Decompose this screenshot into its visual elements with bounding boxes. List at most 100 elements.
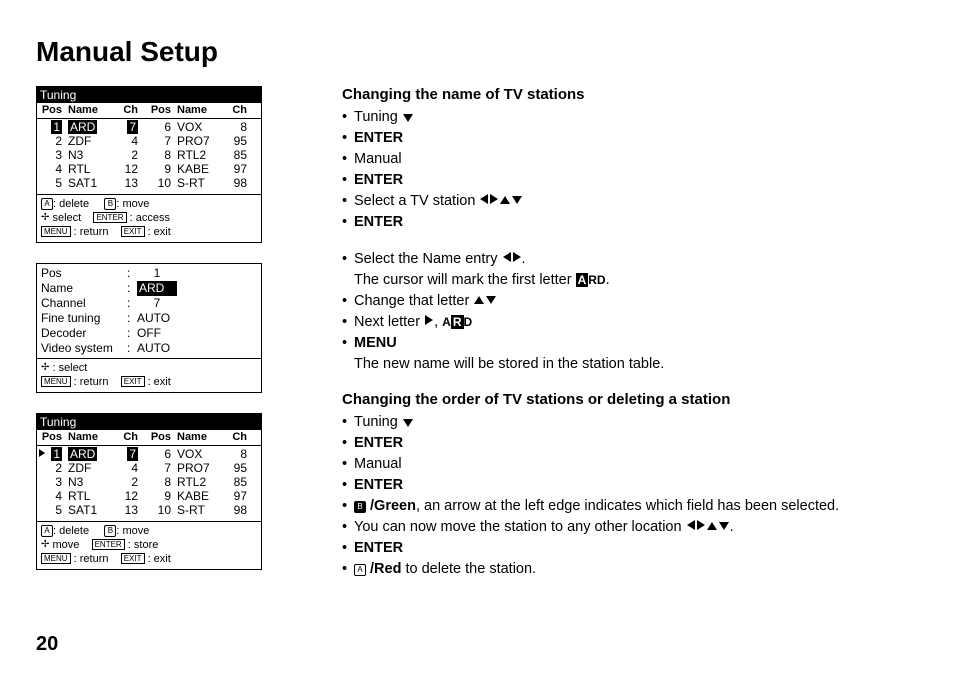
s2-enter2: ENTER	[342, 475, 918, 496]
step-change-letter: Change that letter	[342, 291, 918, 312]
page-number: 20	[36, 633, 58, 656]
hdr-ch: Ch	[114, 104, 138, 116]
exit-key-icon: EXIT	[121, 376, 145, 387]
key-a-icon: A	[41, 525, 53, 537]
p3-r-pos-1: 7	[149, 461, 171, 475]
p3-r-name-4: S-RT	[177, 503, 223, 517]
section1-heading: Changing the name of TV stations	[342, 86, 918, 103]
section1b-list: Select the Name entry . The cursor will …	[342, 249, 918, 375]
legend3-exit: : exit	[148, 553, 171, 565]
p3-r-pos-3: 9	[149, 489, 171, 503]
legend2-menu: : return	[74, 376, 109, 388]
panel3-title: Tuning	[37, 414, 261, 430]
panel1-title: Tuning	[37, 87, 261, 103]
right-icon	[513, 252, 521, 262]
arrow4-icon: ✢	[41, 211, 49, 225]
down-icon	[719, 522, 729, 530]
s2-manual: Manual	[342, 454, 918, 475]
p1-r-pos-2: 8	[149, 148, 171, 162]
enter-key-icon: ENTER	[93, 212, 126, 223]
hdr-pos: Pos	[149, 431, 171, 443]
p1-l-ch-4: 13	[114, 176, 138, 190]
detail-decoder-label: Decoder	[41, 326, 127, 341]
p3-r-pos-2: 8	[149, 475, 171, 489]
p3-l-ch-1: 4	[114, 461, 138, 475]
detail-name-value: ARD	[137, 281, 177, 296]
right-icon	[425, 315, 433, 325]
s2-a-red: A /Red to delete the station.	[342, 559, 918, 580]
up-icon	[707, 522, 717, 530]
key-b-icon: B	[104, 198, 116, 210]
hdr-name: Name	[62, 431, 114, 443]
section2-heading: Changing the order of TV stations or del…	[342, 391, 918, 408]
up-icon	[500, 196, 510, 204]
down-icon	[512, 196, 522, 204]
enter-key-icon: ENTER	[92, 539, 125, 550]
s2-move: You can now move the station to any othe…	[342, 517, 918, 538]
p3-r-name-3: KABE	[177, 489, 223, 503]
detail-video-value: AUTO	[137, 341, 170, 356]
p1-l-pos-2: 3	[40, 148, 62, 162]
menu-key-icon: MENU	[41, 376, 71, 387]
p3-l-ch-3: 12	[114, 489, 138, 503]
step-select-name: Select the Name entry . The cursor will …	[342, 249, 918, 291]
detail-channel-value: 7	[137, 296, 177, 311]
detail-video-label: Video system	[41, 341, 127, 356]
p1-r-name-4: S-RT	[177, 176, 223, 190]
up-icon	[474, 296, 484, 304]
left-icon	[503, 252, 511, 262]
key-b-label: : move	[116, 525, 149, 537]
p1-r-ch-3: 97	[223, 162, 247, 176]
p1-l-pos-4: 5	[40, 176, 62, 190]
p1-l-name-3: RTL	[68, 162, 114, 176]
left-icon	[687, 520, 695, 530]
detail-pos-value: 1	[137, 266, 177, 281]
step-enter3: ENTER	[342, 212, 918, 233]
menu-key-icon: MENU	[41, 226, 71, 237]
key-b-icon: B	[104, 525, 116, 537]
detail-channel-label: Channel	[41, 296, 127, 311]
detail-panel: Pos:1 Name:ARD Channel:7 Fine tuning:AUT…	[36, 263, 262, 393]
hdr-ch: Ch	[114, 431, 138, 443]
hdr-pos: Pos	[149, 104, 171, 116]
s2-enter: ENTER	[342, 433, 918, 454]
row-marker-icon	[39, 449, 45, 457]
p1-l-name-0: ARD	[68, 120, 114, 134]
legend2-exit: : exit	[148, 376, 171, 388]
p1-r-name-3: KABE	[177, 162, 223, 176]
s2-enter3: ENTER	[342, 538, 918, 559]
hdr-name: Name	[171, 431, 223, 443]
p3-l-name-3: RTL	[68, 489, 114, 503]
p1-l-ch-1: 4	[114, 134, 138, 148]
detail-pos-label: Pos	[41, 266, 127, 281]
legend-select: select	[52, 212, 81, 224]
right-icon	[490, 194, 498, 204]
p3-l-name-0: ARD	[68, 447, 114, 461]
next-d: D	[464, 315, 473, 329]
p1-r-ch-0: 8	[223, 120, 247, 134]
exit-key-icon: EXIT	[121, 226, 145, 237]
detail-decoder-value: OFF	[137, 326, 161, 341]
p3-l-name-2: N3	[68, 475, 114, 489]
p1-l-ch-2: 2	[114, 148, 138, 162]
p1-r-ch-4: 98	[223, 176, 247, 190]
key-a-icon: A	[354, 564, 366, 576]
key-a-label: : delete	[53, 198, 89, 210]
p1-r-ch-2: 85	[223, 148, 247, 162]
p3-r-ch-0: 8	[223, 447, 247, 461]
p1-l-name-4: SAT1	[68, 176, 114, 190]
hdr-ch: Ch	[223, 104, 247, 116]
step-manual: Manual	[342, 149, 918, 170]
legend3-move: move	[52, 539, 79, 551]
p1-r-pos-4: 10	[149, 176, 171, 190]
s2-tuning: Tuning	[342, 412, 918, 433]
p1-l-ch-3: 12	[114, 162, 138, 176]
p3-r-name-1: PRO7	[177, 461, 223, 475]
p3-l-ch-2: 2	[114, 475, 138, 489]
arrow4-icon: ✢	[41, 361, 49, 375]
p3-r-ch-2: 85	[223, 475, 247, 489]
key-b-solid-icon: B	[354, 501, 366, 513]
key-a-label: : delete	[53, 525, 89, 537]
down-icon	[403, 419, 413, 427]
p3-l-name-4: SAT1	[68, 503, 114, 517]
